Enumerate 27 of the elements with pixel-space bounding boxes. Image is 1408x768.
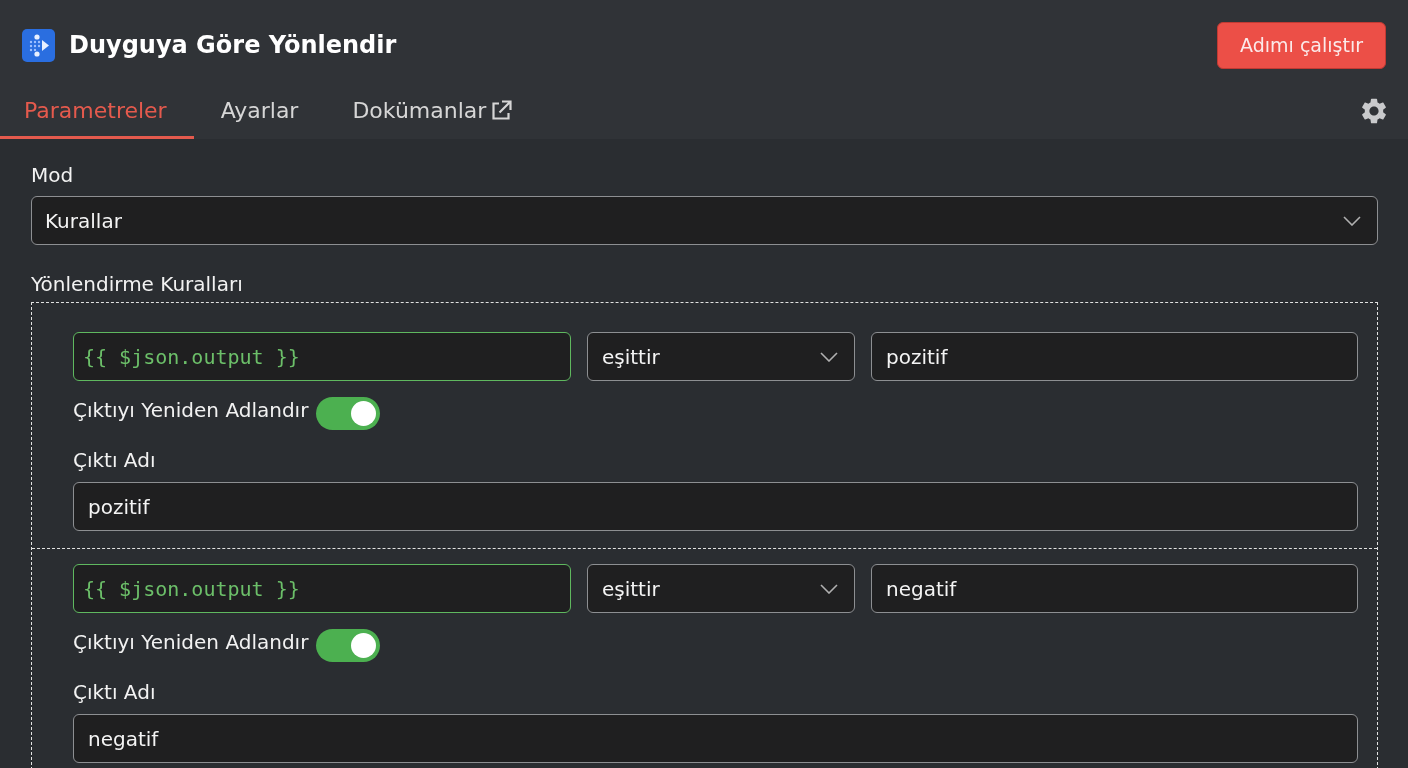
value-field[interactable]: pozitif — [871, 332, 1358, 381]
tab[interactable]: Dokümanlar — [325, 82, 540, 139]
toggle-switch[interactable] — [316, 629, 381, 662]
value-field[interactable]: negatif — [871, 564, 1358, 613]
operator-select[interactable]: eşittir — [587, 332, 855, 381]
chevron-down-icon — [820, 351, 838, 362]
operator-select[interactable]: eşittir — [587, 564, 855, 613]
node-title: Duyguya Göre Yönlendir — [69, 31, 398, 59]
toggle-label: Çıktıyı Yeniden Adlandır — [73, 397, 309, 423]
tab[interactable]: Ayarlar — [193, 82, 326, 139]
mode-select[interactable]: Kurallar — [31, 196, 1378, 245]
field-label: Çıktı Adı — [73, 447, 156, 473]
tab[interactable]: Parametreler — [0, 82, 194, 139]
node-diagram-icon — [22, 28, 55, 62]
output-name-field[interactable]: pozitif — [73, 482, 1358, 531]
field-label: Çıktı Adı — [73, 679, 156, 705]
output-name-field[interactable]: negatif — [73, 714, 1358, 763]
toggle-switch[interactable] — [316, 397, 381, 430]
external-link-icon — [490, 99, 513, 122]
toggle-label: Çıktıyı Yeniden Adlandır — [73, 629, 309, 655]
chevron-down-icon — [1343, 215, 1361, 226]
field-label: Mod — [31, 162, 74, 188]
section-label: Yönlendirme Kuralları — [31, 271, 243, 297]
settings-icon[interactable] — [1362, 97, 1386, 124]
expression-field[interactable]: {{ $json.output }} — [73, 332, 571, 381]
chevron-down-icon — [820, 583, 838, 594]
expression-field[interactable]: {{ $json.output }} — [73, 564, 571, 613]
